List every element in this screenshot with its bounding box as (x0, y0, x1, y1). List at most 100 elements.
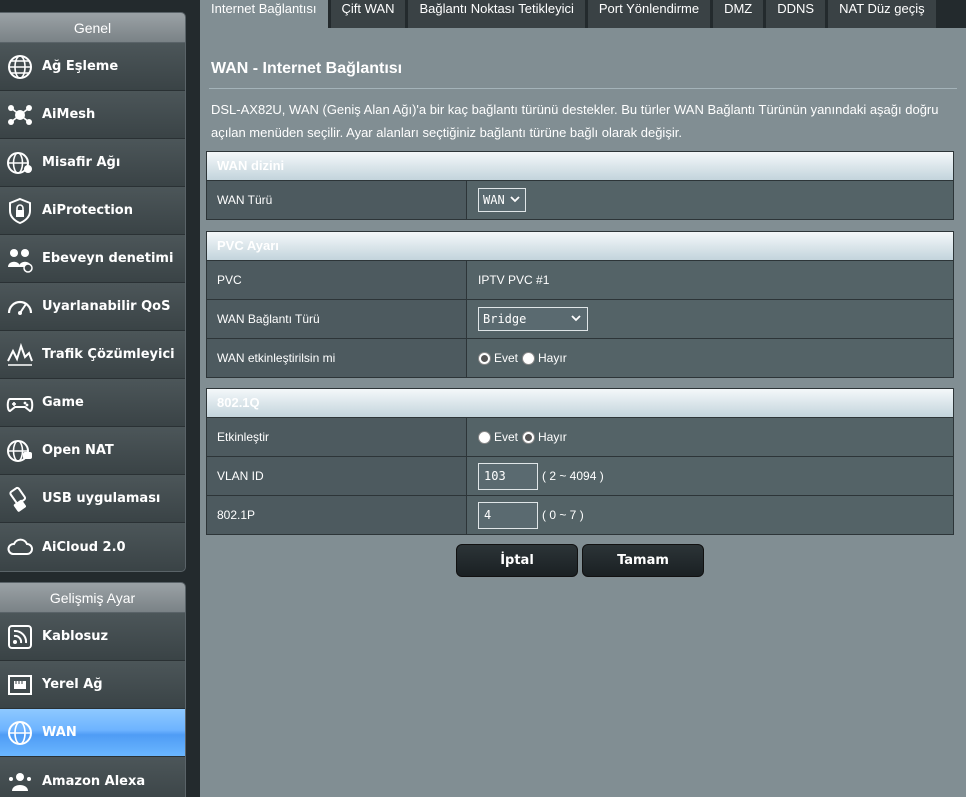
cloud-icon (4, 531, 36, 563)
connection-type-value: Bridge (483, 312, 527, 326)
alexa-icon (4, 765, 36, 797)
sidebar-item-label: Game (42, 395, 84, 410)
traffic-analyzer-icon (4, 339, 36, 371)
globe-icon (4, 51, 36, 83)
sidebar-item-label: AiProtection (42, 203, 133, 218)
tab-nat-passthrough[interactable]: NAT Düz geçiş (828, 0, 936, 28)
wireless-icon (4, 621, 36, 653)
radio-label: Evet (494, 430, 519, 444)
sidebar-item-game[interactable]: Game (0, 379, 185, 427)
sidebar-item-label: Ağ Eşleme (42, 59, 119, 74)
sidebar-item-label: Kablosuz (42, 629, 109, 644)
usb-icon (4, 483, 36, 515)
tab-internet-connection[interactable]: Internet Bağlantısı (200, 0, 328, 28)
sidebar-item-wireless[interactable]: Kablosuz (0, 613, 185, 661)
sidebar-item-aicloud[interactable]: AiCloud 2.0 (0, 523, 185, 571)
dot1q-enable-label: Etkinleştir (207, 418, 467, 456)
section-header: WAN dizini (207, 152, 953, 180)
page-description: DSL-AX82U, WAN (Geniş Alan Ağı)'a bir ka… (211, 102, 939, 140)
sidebar-item-open-nat[interactable]: Open NAT (0, 427, 185, 475)
enable-wan-row: WAN etkinleştirilsin mi Evet Hayır (207, 338, 953, 377)
lock-shield-icon (4, 195, 36, 227)
priority-range-hint: ( 0 ~ 7 ) (542, 508, 584, 522)
sidebar-item-guest-network[interactable]: Misafir Ağı (0, 139, 185, 187)
wan-index-section: WAN dizini WAN Türü WAN (206, 151, 954, 220)
tab-dual-wan[interactable]: Çift WAN (330, 0, 406, 28)
dot1q-enable-yes-radio[interactable] (478, 430, 491, 444)
connection-type-select[interactable]: Bridge (478, 307, 588, 331)
sidebar-item-label: WAN (42, 725, 77, 740)
sidebar-item-traffic-analyzer[interactable]: Trafik Çözümleyici (0, 331, 185, 379)
gamepad-icon (4, 387, 36, 419)
main-panel: WAN - Internet Bağlantısı DSL-AX82U, WAN… (200, 28, 966, 797)
connection-type-label: WAN Bağlantı Türü (207, 300, 467, 338)
connection-type-row: WAN Bağlantı Türü Bridge (207, 299, 953, 338)
chevron-down-icon (571, 315, 581, 322)
tab-port-forwarding[interactable]: Port Yönlendirme (587, 0, 711, 28)
cancel-button[interactable]: İptal (456, 544, 578, 577)
sidebar-item-usb-application[interactable]: USB uygulaması (0, 475, 185, 523)
gauge-icon (4, 291, 36, 323)
wan-type-label: WAN Türü (207, 181, 467, 219)
sidebar-item-label: Amazon Alexa (42, 773, 146, 789)
tab-ddns[interactable]: DDNS (766, 0, 826, 28)
dot1q-enable-row: Etkinleştir Evet Hayır (207, 417, 953, 456)
open-nat-icon (4, 435, 36, 467)
tab-dmz[interactable]: DMZ (713, 0, 764, 28)
sidebar-item-aiprotection[interactable]: AiProtection (0, 187, 185, 235)
section-header: PVC Ayarı (207, 232, 953, 260)
sidebar: Genel Ağ Eşleme AiMesh Misafir Ağı AiPro… (0, 0, 186, 797)
sidebar-item-label: Misafir Ağı (42, 155, 121, 170)
vlan-id-input[interactable]: 103 (478, 462, 538, 490)
priority-label: 802.1P (207, 496, 467, 534)
section-header: 802.1Q (207, 389, 953, 417)
sidebar-item-aimesh[interactable]: AiMesh (0, 91, 185, 139)
sidebar-item-label: Uyarlanabilir QoS (42, 299, 171, 314)
sidebar-item-wan[interactable]: WAN (0, 709, 185, 757)
sidebar-item-label: AiCloud 2.0 (42, 539, 126, 555)
general-menu-group: Genel Ağ Eşleme AiMesh Misafir Ağı AiPro… (0, 12, 186, 572)
wan-type-value: WAN (483, 193, 505, 207)
guest-network-icon (4, 147, 36, 179)
enable-wan-no-radio[interactable] (522, 351, 536, 365)
sidebar-item-network-map[interactable]: Ağ Eşleme (0, 43, 185, 91)
pvc-settings-section: PVC Ayarı PVC IPTV PVC #1 WAN Bağlantı T… (206, 231, 954, 378)
priority-row: 802.1P 4 ( 0 ~ 7 ) (207, 495, 953, 534)
radio-label: Evet (494, 351, 519, 365)
enable-wan-yes-radio[interactable] (478, 351, 491, 365)
sidebar-item-lan[interactable]: Yerel Ağ (0, 661, 185, 709)
lan-icon (4, 669, 36, 701)
sidebar-item-adaptive-qos[interactable]: Uyarlanabilir QoS (0, 283, 185, 331)
wan-type-row: WAN Türü WAN (207, 180, 953, 219)
wan-type-select[interactable]: WAN (478, 188, 526, 212)
enable-wan-label: WAN etkinleştirilsin mi (207, 339, 467, 377)
dot1q-section: 802.1Q Etkinleştir Evet Hayır VLAN ID 10… (206, 388, 954, 535)
sidebar-item-amazon-alexa[interactable]: Amazon Alexa (0, 757, 185, 797)
radio-label: Hayır (538, 351, 567, 365)
sidebar-item-label: Yerel Ağ (42, 677, 103, 692)
sidebar-item-label: Ebeveyn denetimi (42, 251, 174, 266)
pvc-row: PVC IPTV PVC #1 (207, 260, 953, 299)
pvc-label: PVC (207, 261, 467, 299)
wan-globe-icon (4, 717, 36, 749)
sidebar-item-parental-control[interactable]: Ebeveyn denetimi (0, 235, 185, 283)
sidebar-item-label: USB uygulaması (42, 491, 161, 506)
sidebar-item-label: AiMesh (42, 107, 96, 122)
priority-input[interactable]: 4 (478, 501, 538, 529)
advanced-header: Gelişmiş Ayar (0, 583, 185, 613)
vlan-id-row: VLAN ID 103 ( 2 ~ 4094 ) (207, 456, 953, 495)
page-title: WAN - Internet Bağlantısı (211, 60, 403, 77)
vlan-id-label: VLAN ID (207, 457, 467, 495)
mesh-icon (4, 99, 36, 131)
radio-label: Hayır (538, 430, 567, 444)
chevron-down-icon (510, 196, 520, 203)
tab-port-trigger[interactable]: Bağlantı Noktası Tetikleyici (408, 0, 585, 28)
general-header: Genel (0, 13, 185, 43)
title-divider (209, 88, 957, 89)
tab-bar: Internet Bağlantısı Çift WAN Bağlantı No… (200, 0, 939, 28)
advanced-menu-group: Gelişmiş Ayar Kablosuz Yerel Ağ WAN Amaz… (0, 582, 186, 797)
vlan-id-range-hint: ( 2 ~ 4094 ) (542, 469, 604, 483)
dot1q-enable-no-radio[interactable] (522, 430, 536, 444)
apply-button[interactable]: Tamam (582, 544, 704, 577)
pvc-value: IPTV PVC #1 (467, 261, 953, 299)
